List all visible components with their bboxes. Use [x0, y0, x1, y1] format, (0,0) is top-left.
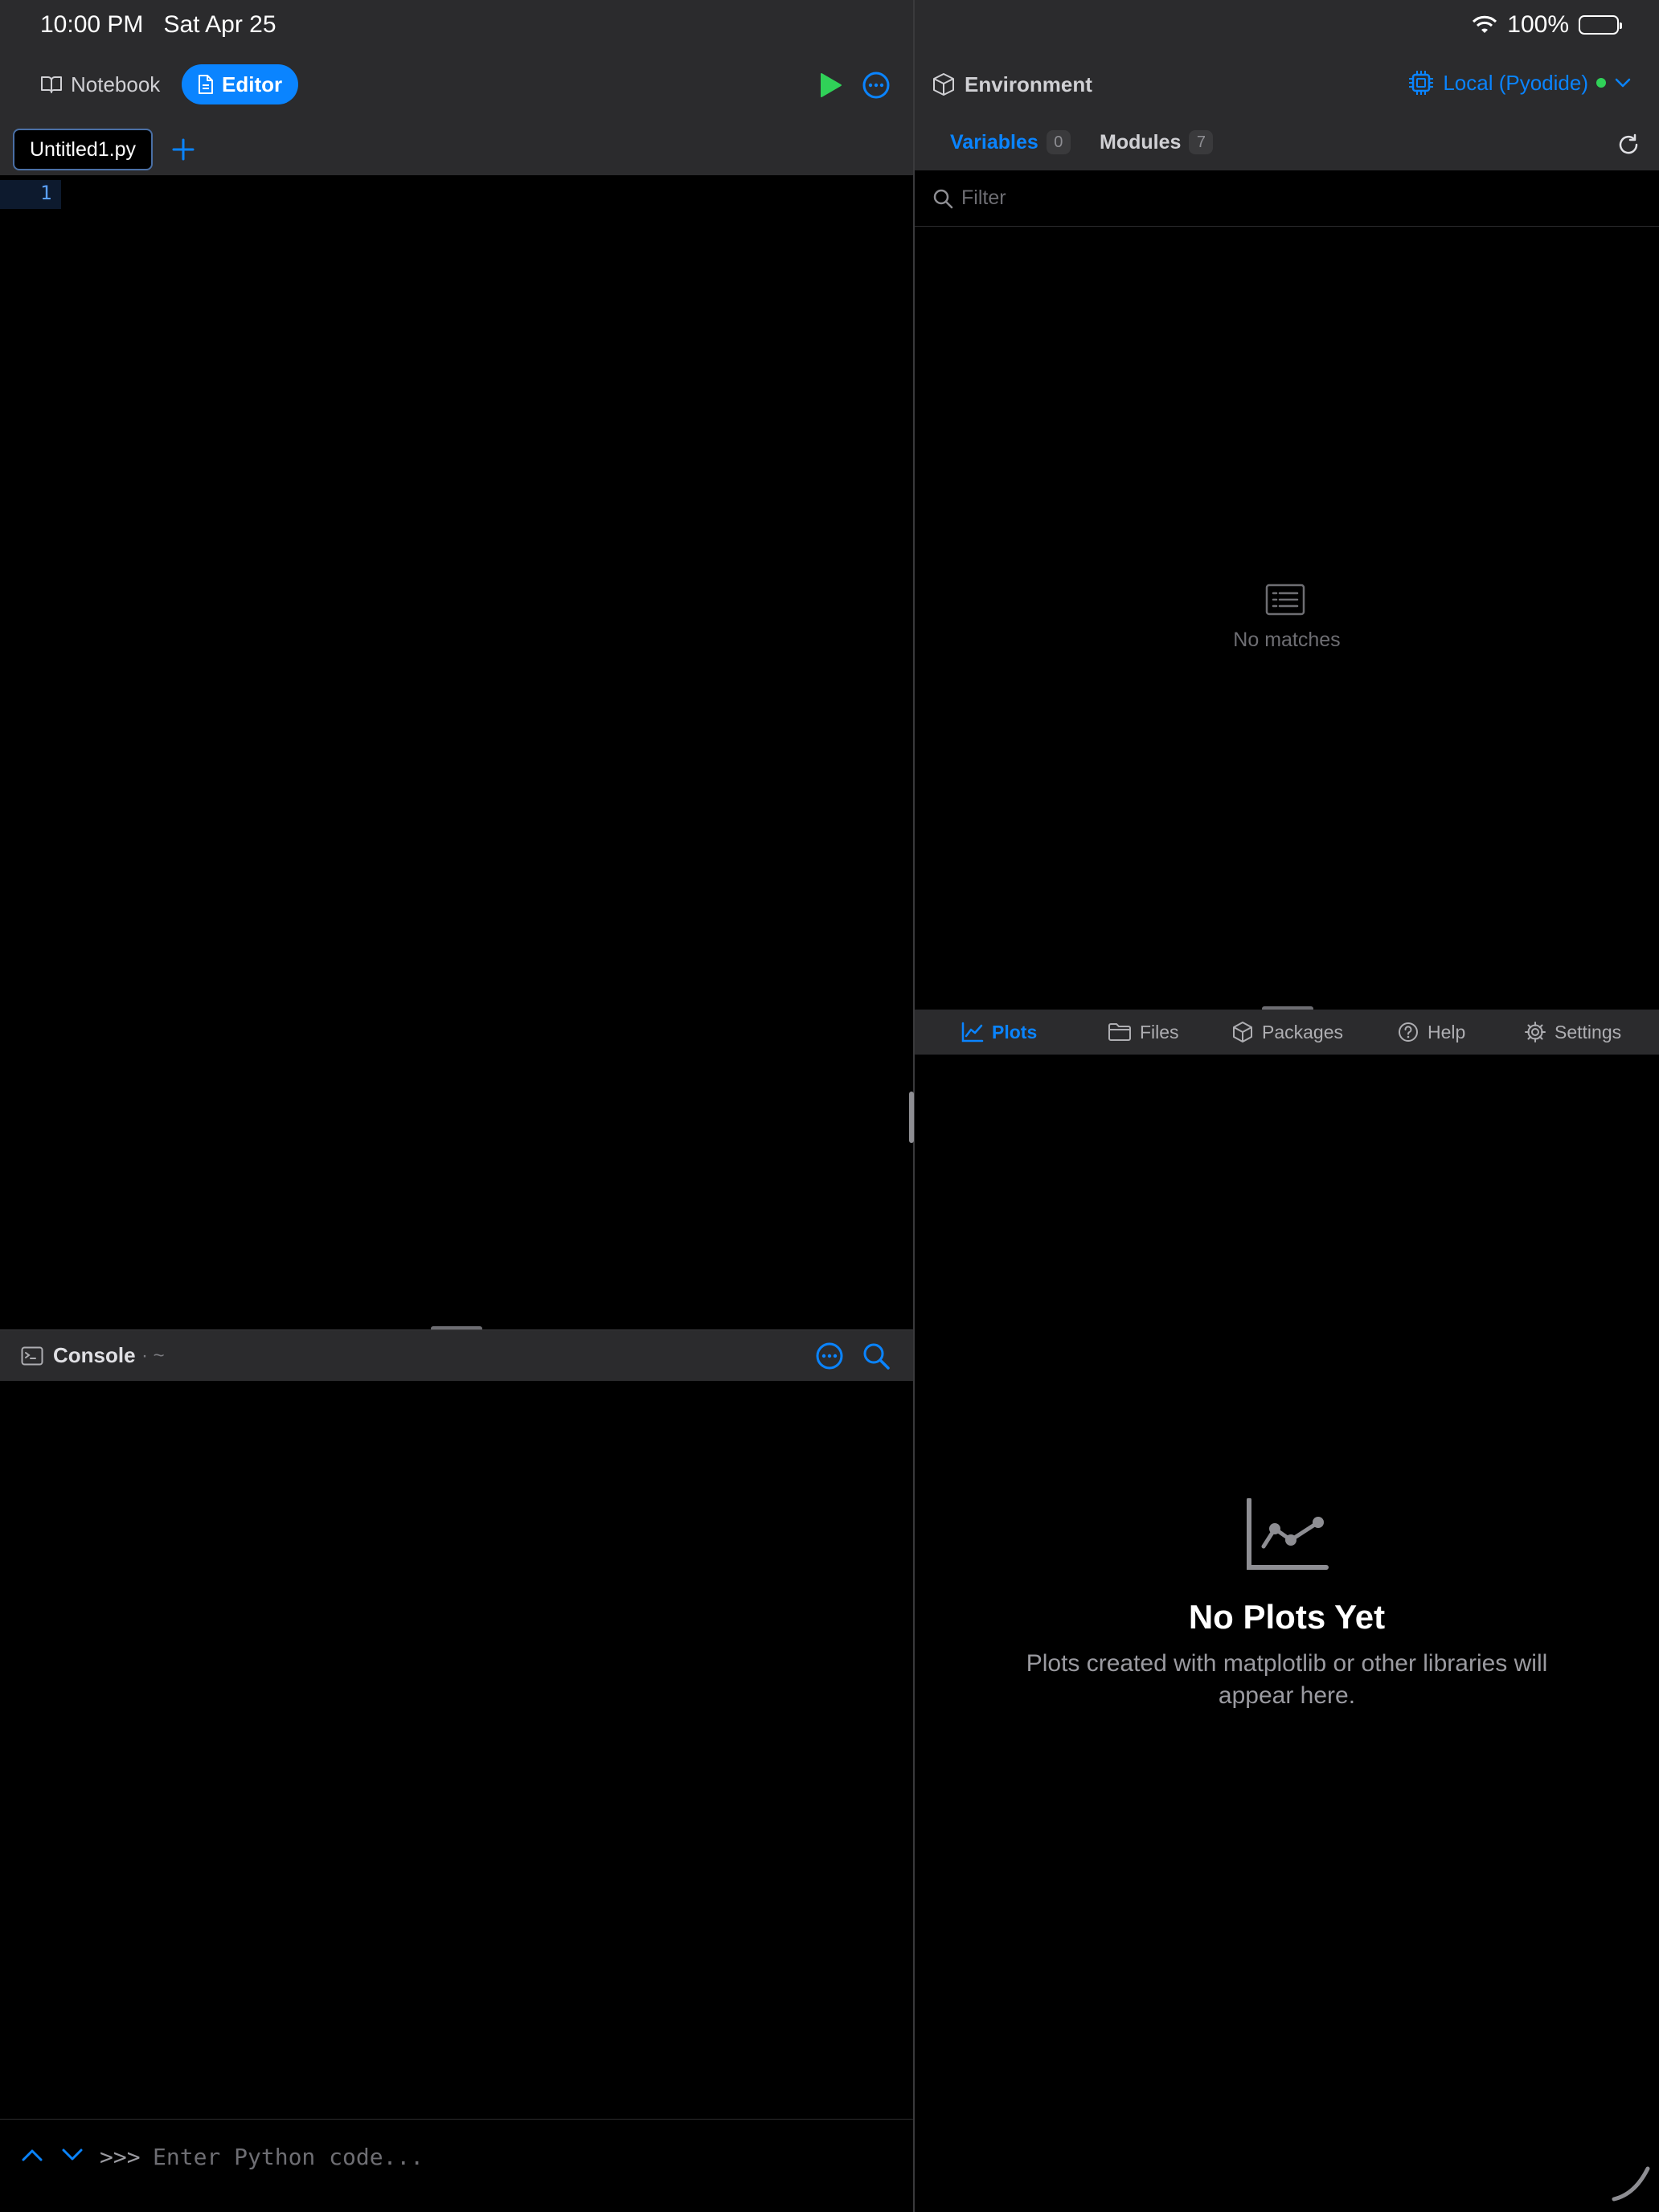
- modules-count-badge: 7: [1189, 130, 1214, 154]
- cube-icon: [932, 72, 955, 96]
- history-up-button[interactable]: [21, 2147, 43, 2163]
- console-title: Console: [53, 1343, 136, 1367]
- battery-percent: 100%: [1507, 11, 1569, 38]
- tab-variables[interactable]: Variables 0: [950, 130, 1071, 154]
- console-input-bar: >>>: [0, 2119, 913, 2212]
- tab-settings-label: Settings: [1555, 1021, 1622, 1043]
- document-icon: [198, 74, 214, 95]
- left-toolbar: Notebook Editor: [0, 51, 913, 122]
- console-header: Console · ~: [0, 1329, 913, 1381]
- status-bar: 10:00 PM Sat Apr 25 100%: [0, 0, 1659, 51]
- search-icon: [862, 1342, 891, 1370]
- list-icon: [1265, 584, 1305, 616]
- chart-icon: [1246, 1498, 1329, 1571]
- filter-input[interactable]: [961, 182, 1636, 214]
- tab-plots[interactable]: Plots: [961, 1010, 1037, 1055]
- status-time-date: 10:00 PM Sat Apr 25: [40, 11, 276, 39]
- tab-packages-label: Packages: [1262, 1021, 1344, 1043]
- gear-icon: [1524, 1021, 1546, 1043]
- bottom-tab-bar: Plots Files Packages Help Settings: [915, 1010, 1659, 1055]
- file-tab-label: Untitled1.py: [29, 137, 137, 161]
- plots-panel: No Plots Yet Plots created with matplotl…: [915, 1055, 1659, 2212]
- status-date: Sat Apr 25: [163, 11, 276, 38]
- tab-packages[interactable]: Packages: [1231, 1010, 1343, 1055]
- chevron-down-icon: [1614, 76, 1632, 89]
- help-circle-icon: [1397, 1021, 1419, 1043]
- console-more-button[interactable]: [815, 1342, 844, 1370]
- editor-label: Editor: [222, 72, 283, 96]
- status-indicators: 100%: [1472, 11, 1622, 39]
- code-editor[interactable]: 1: [0, 175, 913, 1328]
- tab-modules[interactable]: Modules 7: [1100, 130, 1214, 154]
- package-icon: [1231, 1021, 1254, 1043]
- split-view-handle[interactable]: [909, 1092, 914, 1143]
- notebook-label: Notebook: [71, 72, 161, 96]
- tab-variables-label: Variables: [950, 130, 1038, 154]
- tab-help[interactable]: Help: [1397, 1010, 1465, 1055]
- battery-icon: [1579, 15, 1622, 35]
- tab-files-label: Files: [1140, 1021, 1179, 1043]
- chart-line-icon: [961, 1022, 984, 1043]
- console-prompt: >>>: [100, 2144, 141, 2170]
- history-down-button[interactable]: [61, 2147, 84, 2163]
- chevron-up-icon: [21, 2147, 43, 2163]
- kernel-label: Local (Pyodide): [1443, 70, 1588, 95]
- environment-header: Environment Local (Pyodide): [915, 51, 1659, 119]
- console-search-button[interactable]: [862, 1342, 891, 1370]
- variables-count-badge: 0: [1046, 130, 1071, 154]
- terminal-icon: [21, 1346, 43, 1366]
- plots-empty-title: No Plots Yet: [1188, 1598, 1386, 1636]
- editor-more-button[interactable]: [862, 71, 891, 100]
- console-output: [0, 1381, 913, 2119]
- search-icon: [932, 188, 953, 209]
- variables-tab-bar: Variables 0 Modules 7: [915, 119, 1659, 170]
- editor-tab-bar: Untitled1.py: [0, 122, 913, 175]
- ellipsis-circle-icon: [815, 1342, 844, 1370]
- filter-bar: [915, 170, 1659, 227]
- variables-empty-text: No matches: [1233, 629, 1341, 651]
- tab-plots-label: Plots: [992, 1021, 1038, 1043]
- kernel-selector[interactable]: Local (Pyodide): [1407, 69, 1632, 96]
- play-icon: [815, 71, 844, 100]
- console-path: · ~: [141, 1345, 165, 1366]
- status-time: 10:00 PM: [40, 11, 144, 38]
- left-pane: Notebook Editor Untitled1.py 1 Console ·…: [0, 51, 913, 2212]
- folder-icon: [1108, 1022, 1132, 1042]
- tab-help-label: Help: [1428, 1021, 1466, 1043]
- kernel-status-dot: [1596, 78, 1606, 88]
- tab-settings[interactable]: Settings: [1524, 1010, 1621, 1055]
- line-number: 1: [40, 182, 52, 204]
- corner-grabber-icon: [1611, 2162, 1651, 2202]
- file-tab-untitled1[interactable]: Untitled1.py: [13, 129, 153, 170]
- console-input[interactable]: [153, 2139, 876, 2174]
- notebook-mode-button[interactable]: Notebook: [24, 64, 176, 104]
- plots-empty-subtitle: Plots created with matplotlib or other l…: [1026, 1650, 1548, 1709]
- active-line-gutter: [0, 180, 61, 209]
- tab-modules-label: Modules: [1100, 130, 1182, 154]
- environment-title: Environment: [965, 72, 1092, 96]
- refresh-icon: [1617, 133, 1640, 156]
- run-button[interactable]: [815, 71, 844, 100]
- wifi-icon: [1472, 15, 1497, 35]
- right-pane: Environment Local (Pyodide) Variables 0 …: [915, 51, 1659, 2212]
- cpu-icon: [1407, 69, 1435, 96]
- editor-mode-button[interactable]: Editor: [182, 64, 299, 104]
- chevron-down-icon: [61, 2147, 84, 2163]
- book-icon: [40, 75, 63, 94]
- new-tab-button[interactable]: [172, 138, 195, 161]
- tab-files[interactable]: Files: [1108, 1010, 1179, 1055]
- ellipsis-circle-icon: [862, 71, 891, 100]
- refresh-button[interactable]: [1617, 133, 1640, 156]
- plus-icon: [172, 138, 195, 161]
